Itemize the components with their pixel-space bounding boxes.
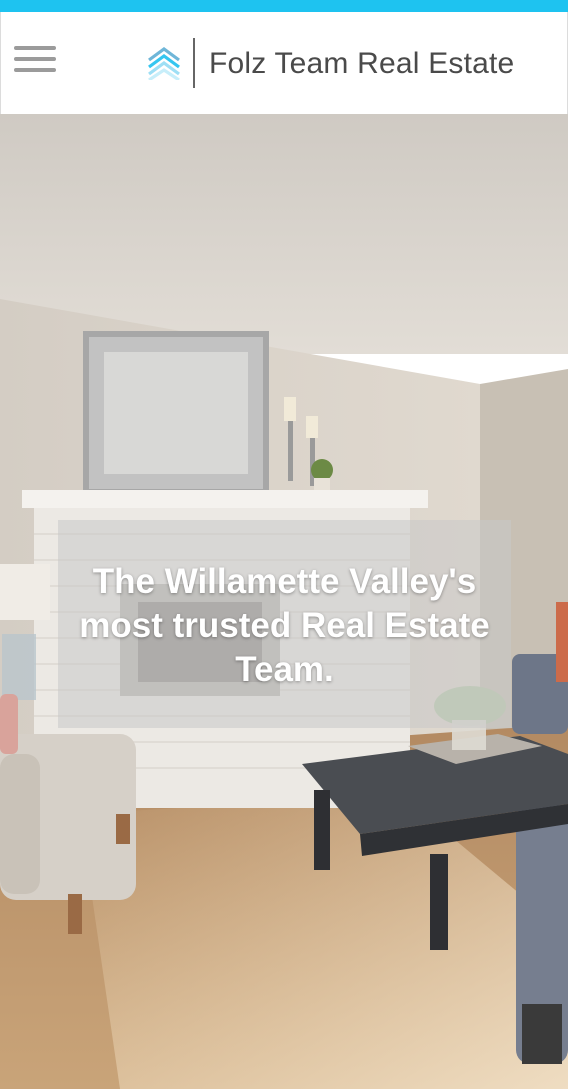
menu-line bbox=[14, 68, 56, 72]
tagline-overlay: The Willamette Valley's most trusted Rea… bbox=[58, 520, 511, 728]
menu-line bbox=[14, 57, 56, 61]
hero-section: The Willamette Valley's most trusted Rea… bbox=[0, 114, 568, 1089]
logo-divider bbox=[193, 38, 195, 88]
menu-line bbox=[14, 46, 56, 50]
hero-tagline: The Willamette Valley's most trusted Rea… bbox=[79, 562, 490, 689]
hamburger-menu-icon[interactable] bbox=[14, 44, 56, 76]
chevron-stack-logo-icon bbox=[148, 47, 180, 80]
site-header: Folz Team Real Estate bbox=[0, 12, 568, 114]
accent-top-bar bbox=[0, 0, 568, 12]
brand-name: Folz Team Real Estate bbox=[209, 47, 515, 80]
